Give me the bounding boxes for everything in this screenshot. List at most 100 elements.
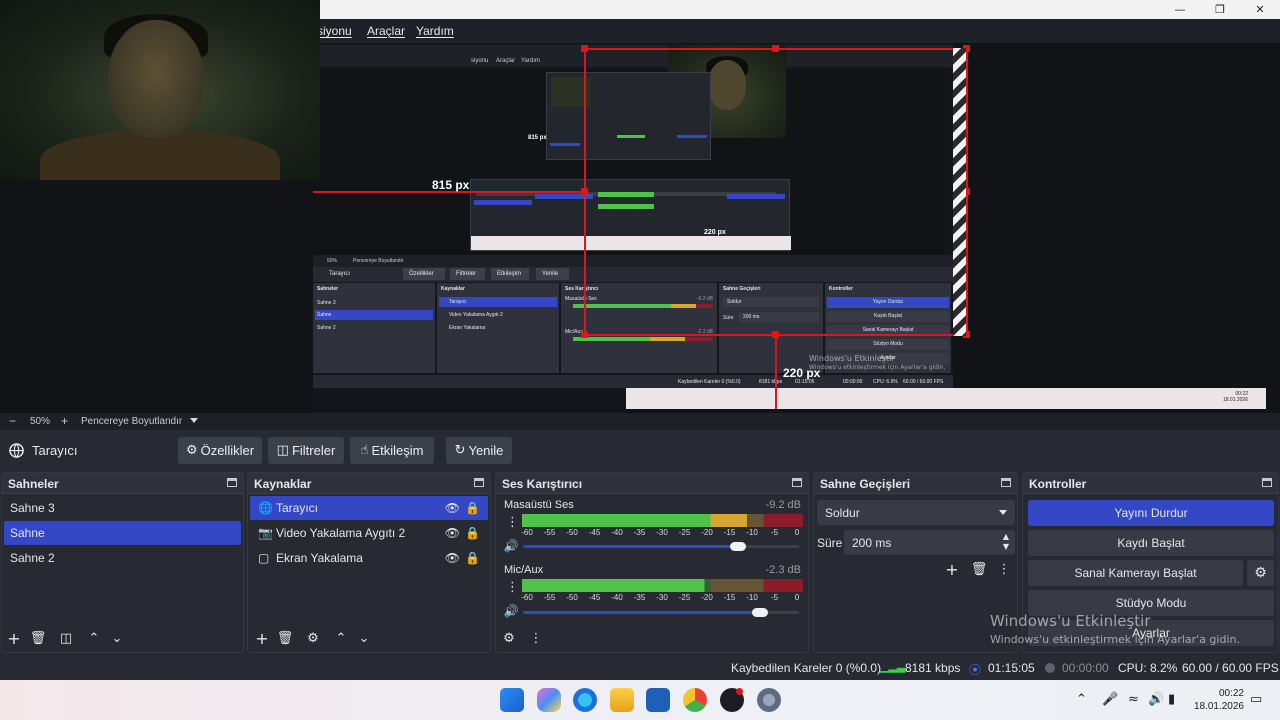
move-up-icon[interactable]: ⌃ [86, 630, 102, 646]
file-explorer-icon[interactable] [610, 688, 634, 712]
float-dock-icon[interactable] [1262, 478, 1272, 487]
pointer-icon: ☝ [360, 443, 369, 458]
tray-chevron-up-icon[interactable]: ⌃ [1076, 692, 1087, 707]
float-dock-icon[interactable] [792, 478, 802, 487]
start-icon[interactable] [500, 688, 524, 712]
add-icon[interactable]: + [6, 629, 22, 648]
notification-icon[interactable]: ▭ [1250, 692, 1262, 707]
nested-mixer-track-a-db: -9.2 dB [696, 296, 713, 302]
source-item[interactable]: 📷 Video Yakalama Aygıtı 2 👁 🔒 [250, 521, 488, 545]
nested-source-item: Video Yakalama Aygıtı 2 [449, 312, 503, 318]
chrome-icon[interactable] [683, 688, 707, 712]
source-item[interactable]: 🌐 Tarayıcı 👁 🔒 [250, 496, 488, 520]
scene-item[interactable]: Sahne [4, 521, 241, 545]
scale-tick-label: -60 [521, 593, 533, 602]
resize-handle-tl[interactable] [581, 45, 588, 52]
minimize-button[interactable]: — [1160, 0, 1200, 19]
scale-tick-label: -10 [746, 593, 758, 602]
volume-slider-handle[interactable] [752, 608, 769, 617]
mixer-menu-icon[interactable]: ⋮ [528, 630, 544, 646]
menu-help[interactable]: Yardım [416, 24, 454, 38]
float-dock-icon[interactable] [227, 478, 237, 487]
properties-button[interactable]: ⚙ Özellikler [178, 437, 262, 464]
lock-icon[interactable]: 🔒 [465, 551, 480, 565]
microphone-icon[interactable]: 🎤 [1102, 692, 1118, 707]
scene-filters-icon[interactable]: ◫ [58, 630, 74, 646]
store-icon[interactable] [646, 688, 670, 712]
scene-item[interactable]: Sahne 2 [4, 546, 241, 570]
menu-scene-collection[interactable]: siyonu [317, 24, 352, 38]
track-menu-icon[interactable]: ⋮ [506, 515, 519, 530]
settings-icon[interactable] [757, 688, 781, 712]
lock-icon[interactable]: 🔒 [465, 501, 480, 515]
nested-duration-label: Süre [723, 315, 734, 321]
transition-menu-icon[interactable]: ⋮ [996, 561, 1012, 577]
trash-icon[interactable]: 🗑 [971, 561, 988, 577]
copilot-icon[interactable] [537, 688, 561, 712]
gear-icon[interactable]: ⚙ [305, 630, 321, 646]
move-up-icon[interactable]: ⌃ [333, 630, 349, 646]
resize-dropdown-icon[interactable] [190, 418, 198, 423]
windows-taskbar: ⌃ 🎤 ≈ 🔊 ▮ 00:22 18.01.2026 ▭ [0, 680, 1280, 720]
eye-icon[interactable]: 👁 [445, 526, 460, 540]
scene-item[interactable]: Sahne 3 [4, 496, 241, 520]
virtual-camera-settings-gear-icon[interactable]: ⚙ [1247, 560, 1274, 586]
stop-streaming-button[interactable]: Yayını Durdur [1028, 500, 1274, 526]
add-icon[interactable]: + [254, 629, 270, 648]
record-time: 00:00:00 [1062, 661, 1109, 675]
resize-handle-l[interactable] [581, 188, 588, 195]
edge-icon[interactable] [573, 688, 597, 712]
speaker-icon[interactable]: 🔊 [504, 539, 519, 553]
wifi-icon[interactable]: ≈ [1128, 692, 1139, 707]
maximize-button[interactable]: ❐ [1200, 0, 1240, 19]
resize-handle-bl[interactable] [581, 331, 588, 338]
move-down-icon[interactable]: ⌄ [356, 630, 372, 646]
filters-button[interactable]: ◫ Filtreler [268, 437, 344, 464]
trash-icon[interactable]: 🗑 [30, 630, 47, 646]
taskbar-clock[interactable]: 00:22 18.01.2026 [1194, 687, 1244, 713]
speaker-icon[interactable]: 🔊 [504, 604, 519, 618]
resize-handle-t[interactable] [772, 45, 779, 52]
battery-icon[interactable]: ▮ [1168, 692, 1175, 707]
volume-icon[interactable]: 🔊 [1148, 692, 1164, 707]
refresh-button[interactable]: ↻ Yenile [446, 437, 512, 464]
nested-properties: Özellikler [403, 268, 445, 280]
float-dock-icon[interactable] [1001, 478, 1011, 487]
scale-tick-label: -30 [656, 528, 668, 537]
trash-icon[interactable]: 🗑 [277, 630, 294, 646]
eye-icon[interactable]: 👁 [445, 501, 460, 515]
nested-toolbar: Tarayıcı Özellikler Filtreler Etkileşim … [313, 267, 953, 282]
track-menu-icon[interactable]: ⋮ [506, 580, 519, 595]
zoom-in-button[interactable]: + [61, 414, 68, 428]
start-recording-button[interactable]: Kaydı Başlat [1028, 530, 1274, 556]
nested-refresh: Yenile [536, 268, 569, 280]
eye-icon[interactable]: 👁 [445, 551, 460, 565]
lock-icon[interactable]: 🔒 [465, 526, 480, 540]
volume-slider-handle[interactable] [730, 542, 747, 551]
float-dock-icon[interactable] [474, 478, 484, 487]
controls-title: Kontroller [1029, 477, 1087, 491]
preview-canvas[interactable]: siyonu Araçlar Yardım 50% Pencereye Boyu… [313, 43, 1266, 409]
add-icon[interactable]: + [944, 560, 960, 579]
menu-tools[interactable]: Araçlar [367, 24, 405, 38]
nested-distance-label-horizontal: 815 px [528, 135, 547, 141]
crop-hatch [953, 48, 966, 336]
move-down-icon[interactable]: ⌄ [109, 630, 125, 646]
scale-tick-label: -55 [543, 528, 556, 537]
transition-type-select[interactable]: Soldur [817, 500, 1015, 525]
bitrate: 8181 kbps [905, 661, 961, 675]
spinner-icon[interactable]: ▲ ▼ [1003, 532, 1009, 552]
resize-handle-b[interactable] [772, 331, 779, 338]
nested-mixer-track-a: Masaüstü Ses [565, 296, 597, 302]
zoom-out-button[interactable]: − [9, 414, 16, 428]
close-button[interactable]: ✕ [1240, 0, 1280, 19]
notification-dot [736, 688, 743, 695]
interact-button[interactable]: ☝ Etkileşim [350, 437, 434, 464]
dropped-frames: Kaybedilen Kareler 0 (%0.0) [731, 661, 882, 675]
advanced-audio-icon[interactable]: ⚙ [501, 630, 517, 646]
start-virtual-camera-button[interactable]: Sanal Kamerayı Başlat [1028, 560, 1243, 586]
preview-area[interactable]: siyonu Araçlar Yardım 50% Pencereye Boyu… [0, 0, 1280, 413]
source-item[interactable]: ▢ Ekran Yakalama 👁 🔒 [250, 546, 488, 570]
scene-item-label: Sahne 2 [10, 551, 55, 565]
duration-input[interactable]: 200 ms ▲ ▼ [844, 530, 1015, 555]
